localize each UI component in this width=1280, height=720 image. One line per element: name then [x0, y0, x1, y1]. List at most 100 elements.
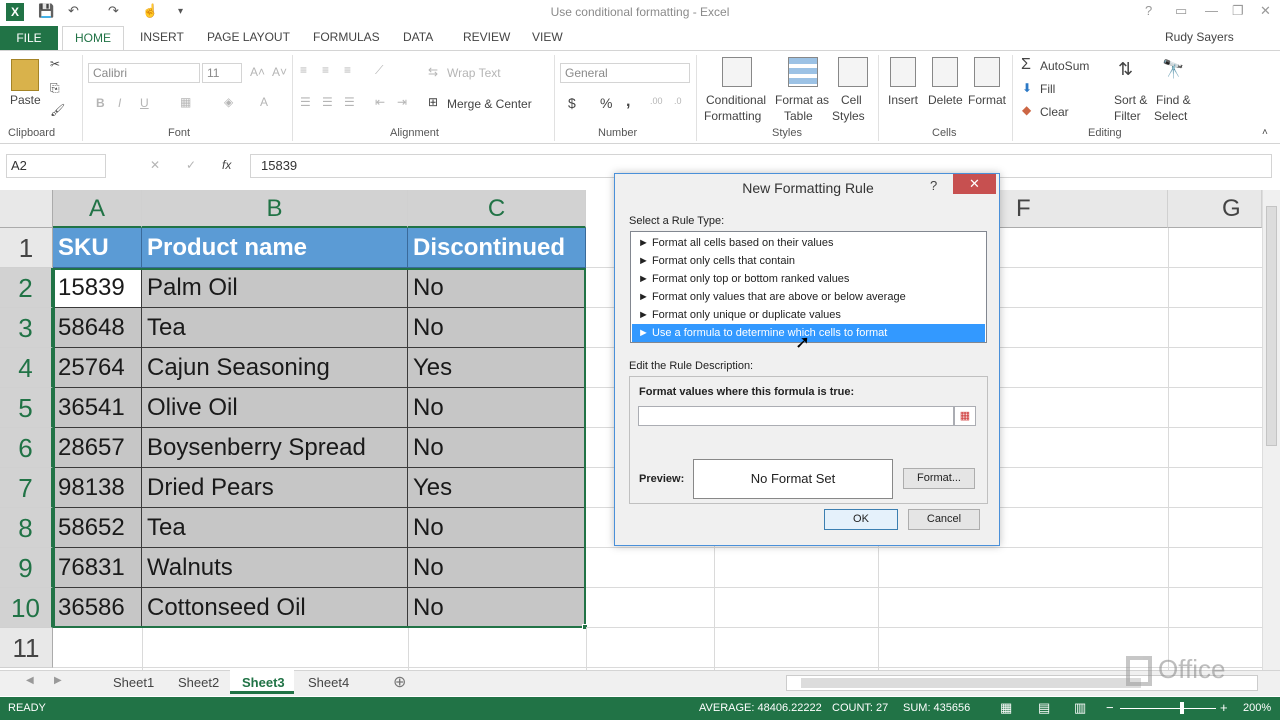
column-header-c[interactable]: C: [408, 190, 586, 228]
font-color-icon[interactable]: A: [260, 95, 268, 109]
autosum-icon[interactable]: Σ: [1021, 56, 1031, 74]
increase-indent-icon[interactable]: ⇥: [397, 95, 407, 109]
table-cell[interactable]: Cajun Seasoning: [142, 348, 408, 388]
format-cells-button[interactable]: Format: [968, 93, 1006, 107]
align-right-icon[interactable]: ☰: [344, 95, 355, 109]
rule-type-item[interactable]: ► Format all cells based on their values: [632, 234, 985, 252]
row-header[interactable]: 11: [0, 628, 53, 668]
horizontal-scroll-thumb[interactable]: [801, 678, 1141, 688]
ribbon-display-icon[interactable]: ▭: [1175, 3, 1187, 19]
insert-cells-icon[interactable]: [890, 57, 916, 87]
row-header[interactable]: 5: [0, 388, 53, 428]
table-cell[interactable]: No: [408, 508, 586, 548]
table-cell[interactable]: Boysenberry Spread: [142, 428, 408, 468]
scroll-sheets-right-icon[interactable]: ▶: [54, 675, 62, 686]
shrink-font-icon[interactable]: A˅: [272, 65, 287, 79]
table-cell[interactable]: No: [408, 308, 586, 348]
find-select-button[interactable]: Find &: [1156, 93, 1191, 107]
zoom-in-icon[interactable]: +: [1220, 700, 1228, 715]
table-cell[interactable]: Walnuts: [142, 548, 408, 588]
rule-type-item[interactable]: ► Format only unique or duplicate values: [632, 306, 985, 324]
align-left-icon[interactable]: ☰: [300, 95, 311, 109]
wrap-text-button[interactable]: Wrap Text: [447, 66, 501, 80]
delete-cells-button[interactable]: Delete: [928, 93, 963, 107]
vertical-scroll-thumb[interactable]: [1266, 206, 1277, 446]
new-sheet-icon[interactable]: ⊕: [393, 672, 406, 692]
column-header-b[interactable]: B: [142, 190, 408, 228]
format-cells-icon[interactable]: [974, 57, 1000, 87]
orientation-icon[interactable]: ⟋: [375, 63, 383, 78]
row-header[interactable]: 7: [0, 468, 53, 508]
tab-data[interactable]: DATA: [403, 30, 433, 44]
font-size-box[interactable]: 11: [202, 63, 242, 83]
format-as-table-icon[interactable]: [788, 57, 818, 87]
row-header[interactable]: 1: [0, 228, 53, 268]
row-header[interactable]: 6: [0, 428, 53, 468]
table-cell[interactable]: Tea: [142, 308, 408, 348]
font-name-box[interactable]: Calibri: [88, 63, 200, 83]
tab-home[interactable]: HOME: [62, 26, 124, 51]
row-header[interactable]: 10: [0, 588, 53, 628]
merge-center-icon[interactable]: ⊞: [428, 95, 438, 109]
table-cell[interactable]: 76831: [53, 548, 142, 588]
bold-icon[interactable]: B: [96, 96, 105, 110]
rule-type-item[interactable]: ► Format only values that are above or b…: [632, 288, 985, 306]
decrease-indent-icon[interactable]: ⇤: [375, 95, 385, 109]
cut-icon[interactable]: ✂: [50, 57, 60, 71]
table-cell[interactable]: 36586: [53, 588, 142, 628]
collapse-ribbon-icon[interactable]: ˄: [1262, 127, 1268, 138]
table-cell[interactable]: 58652: [53, 508, 142, 548]
page-layout-view-icon[interactable]: ▤: [1038, 700, 1050, 716]
table-cell[interactable]: No: [408, 548, 586, 588]
conditional-formatting-button[interactable]: Conditional: [706, 93, 766, 107]
wrap-text-icon[interactable]: ⇆: [428, 65, 438, 79]
fill-color-icon[interactable]: ◈: [224, 95, 233, 109]
cell-styles-label2[interactable]: Styles: [832, 109, 865, 123]
sheet-tab-3[interactable]: Sheet3: [242, 675, 285, 690]
zoom-level[interactable]: 200%: [1243, 702, 1271, 714]
copy-icon[interactable]: ⎘: [50, 81, 60, 96]
minimize-icon[interactable]: —: [1205, 3, 1218, 18]
format-as-table-label2[interactable]: Table: [784, 109, 813, 123]
cell-styles-button[interactable]: Cell: [841, 93, 862, 107]
sort-filter-button[interactable]: Sort &: [1114, 93, 1147, 107]
cancel-button[interactable]: Cancel: [908, 509, 980, 530]
zoom-slider[interactable]: [1120, 708, 1216, 709]
page-break-view-icon[interactable]: ▥: [1074, 700, 1086, 716]
borders-icon[interactable]: ▦: [180, 95, 191, 109]
close-window-icon[interactable]: ✕: [1260, 3, 1271, 19]
table-cell[interactable]: Palm Oil: [142, 268, 408, 308]
table-cell[interactable]: No: [408, 428, 586, 468]
rule-type-item[interactable]: ► Format only cells that contain: [632, 252, 985, 270]
align-top-icon[interactable]: ≡: [300, 63, 307, 77]
row-header[interactable]: 9: [0, 548, 53, 588]
table-cell[interactable]: Cottonseed Oil: [142, 588, 408, 628]
comma-button[interactable]: ,: [626, 93, 630, 111]
insert-cells-button[interactable]: Insert: [888, 93, 918, 107]
paste-icon[interactable]: [11, 59, 39, 91]
cancel-entry-icon[interactable]: ✕: [150, 158, 160, 172]
autosum-button[interactable]: AutoSum: [1040, 59, 1089, 73]
table-cell[interactable]: No: [408, 388, 586, 428]
table-cell[interactable]: Olive Oil: [142, 388, 408, 428]
maximize-icon[interactable]: ❐: [1232, 3, 1244, 19]
tab-page-layout[interactable]: PAGE LAYOUT: [207, 30, 290, 44]
row-header[interactable]: 3: [0, 308, 53, 348]
table-cell[interactable]: 25764: [53, 348, 142, 388]
table-cell[interactable]: 58648: [53, 308, 142, 348]
increase-decimal-icon[interactable]: .00: [650, 96, 663, 106]
sheet-tab-2[interactable]: Sheet2: [178, 675, 219, 690]
table-cell[interactable]: 98138: [53, 468, 142, 508]
number-format-box[interactable]: General: [560, 63, 690, 83]
delete-cells-icon[interactable]: [932, 57, 958, 87]
column-header-a[interactable]: A: [53, 190, 142, 228]
table-cell[interactable]: 36541: [53, 388, 142, 428]
grow-font-icon[interactable]: A˄: [250, 65, 265, 79]
row-header[interactable]: 8: [0, 508, 53, 548]
clear-icon[interactable]: ◆: [1022, 103, 1031, 117]
column-header-g[interactable]: G: [1168, 190, 1262, 228]
clear-button[interactable]: Clear: [1040, 105, 1069, 119]
normal-view-icon[interactable]: ▦: [1000, 700, 1012, 716]
align-bottom-icon[interactable]: ≡: [344, 63, 351, 77]
ok-button[interactable]: OK: [824, 509, 898, 530]
